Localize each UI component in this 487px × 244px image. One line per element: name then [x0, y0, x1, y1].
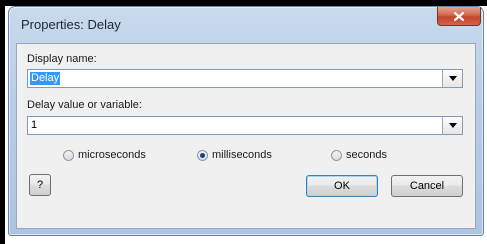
radio-label-milliseconds: milliseconds [212, 149, 272, 161]
screen-edge-left [0, 0, 5, 244]
radio-selected-dot [200, 152, 205, 158]
dialog-body: Display name: Delay Delay value or varia… [16, 43, 476, 229]
radio-button-milliseconds[interactable] [197, 149, 208, 161]
delay-value-dropdown-button[interactable] [442, 117, 462, 134]
window-title: Properties: Delay [21, 17, 121, 32]
radio-seconds[interactable]: seconds [331, 149, 387, 161]
chevron-down-icon [448, 76, 457, 81]
radio-label-microseconds: microseconds [78, 149, 146, 161]
properties-dialog: Properties: Delay Display name: Delay De… [8, 6, 484, 236]
help-button[interactable]: ? [29, 174, 51, 196]
radio-microseconds[interactable]: microseconds [63, 149, 146, 161]
delay-value-label: Delay value or variable: [27, 99, 142, 111]
display-name-value[interactable]: Delay [30, 72, 61, 85]
cancel-button[interactable]: Cancel [391, 175, 463, 197]
radio-button-microseconds[interactable] [63, 149, 74, 161]
radio-button-seconds[interactable] [331, 149, 342, 161]
chevron-down-icon [448, 123, 457, 128]
display-name-combobox[interactable]: Delay [27, 69, 463, 88]
radio-milliseconds[interactable]: milliseconds [197, 149, 272, 161]
display-name-dropdown-button[interactable] [442, 70, 462, 87]
display-name-label: Display name: [27, 53, 97, 65]
delay-value-combobox[interactable]: 1 [27, 116, 463, 135]
ok-button[interactable]: OK [306, 175, 378, 197]
delay-value-value[interactable]: 1 [31, 119, 37, 132]
close-button[interactable] [437, 7, 481, 26]
close-icon [454, 11, 464, 21]
radio-label-seconds: seconds [346, 149, 387, 161]
